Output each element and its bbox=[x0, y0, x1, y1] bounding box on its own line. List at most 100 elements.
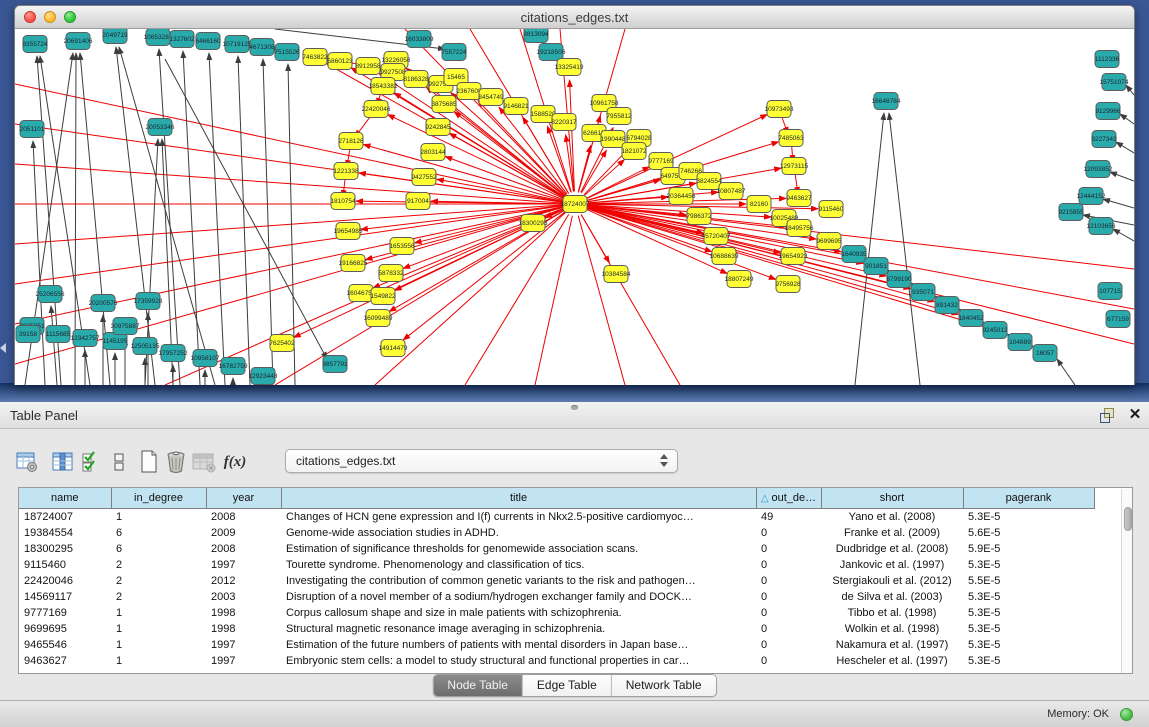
graph-node[interactable]: 16099489 bbox=[364, 310, 393, 327]
graph-node[interactable]: 104889 bbox=[1008, 334, 1032, 351]
table-cell[interactable]: 9463627 bbox=[19, 653, 111, 669]
graph-node[interactable]: 45720407 bbox=[702, 228, 731, 245]
citation-network-graph[interactable]: 1872400718300295935572420691406204971910… bbox=[15, 29, 1134, 385]
graph-node[interactable]: 9146821 bbox=[503, 98, 529, 115]
table-cell[interactable]: Genome-wide association studies in ADHD. bbox=[281, 525, 756, 541]
table-cell[interactable]: 0 bbox=[756, 589, 821, 605]
graph-node[interactable]: 1640935 bbox=[841, 246, 867, 263]
graph-node[interactable]: 14914479 bbox=[379, 340, 408, 357]
graph-node[interactable]: 12973115 bbox=[780, 158, 809, 175]
graph-node[interactable]: 7625402 bbox=[269, 335, 295, 352]
graph-node[interactable]: 2803144 bbox=[420, 144, 446, 161]
graph-node[interactable]: 9115460 bbox=[819, 201, 844, 218]
delete-column-button[interactable] bbox=[163, 449, 189, 475]
graph-node[interactable]: 9857791 bbox=[322, 356, 348, 373]
table-cell[interactable]: 49 bbox=[756, 509, 821, 526]
graph-node[interactable]: 17957252 bbox=[159, 345, 188, 362]
table-cell[interactable]: Hescheler et al. (1997) bbox=[821, 653, 963, 669]
graph-node[interactable]: 16782759 bbox=[219, 358, 248, 375]
graph-node[interactable]: 9242845 bbox=[425, 119, 451, 136]
table-cell[interactable]: Stergiakouli et al. (2012) bbox=[821, 573, 963, 589]
table-cell[interactable]: de Silva et al. (2003) bbox=[821, 589, 963, 605]
graph-node[interactable]: 677159 bbox=[1106, 311, 1130, 328]
table-row[interactable]: 1830029562008Estimation of significance … bbox=[19, 541, 1094, 557]
graph-node[interactable]: 9129966 bbox=[1095, 103, 1121, 120]
graph-node[interactable]: 7463822 bbox=[302, 49, 328, 66]
graph-node[interactable]: 12444152 bbox=[1077, 188, 1106, 205]
table-cell[interactable]: 1997 bbox=[206, 557, 281, 573]
table-cell[interactable]: 2008 bbox=[206, 541, 281, 557]
column-header-pagerank[interactable]: pagerank bbox=[963, 488, 1094, 509]
table-cell[interactable]: 5.3E-5 bbox=[963, 637, 1094, 653]
graph-node[interactable]: 1653556 bbox=[389, 238, 415, 255]
float-panel-button[interactable] bbox=[1100, 408, 1116, 423]
table-selector[interactable]: citations_edges.txt bbox=[285, 449, 678, 473]
graph-node[interactable]: 18807249 bbox=[725, 271, 754, 288]
graph-node[interactable]: 3875685 bbox=[431, 96, 457, 113]
table-cell[interactable]: 0 bbox=[756, 573, 821, 589]
graph-node[interactable]: 5878332 bbox=[378, 265, 404, 282]
row-selection-button[interactable] bbox=[78, 449, 104, 475]
graph-node[interactable]: 82160 bbox=[747, 196, 771, 213]
column-header-title[interactable]: title bbox=[281, 488, 756, 509]
graph-node[interactable]: 1810754 bbox=[330, 193, 356, 210]
network-view-canvas[interactable]: 1872400718300295935572420691406204971910… bbox=[15, 29, 1134, 385]
show-columns-button[interactable] bbox=[50, 449, 76, 475]
table-cell[interactable]: Yano et al. (2008) bbox=[821, 509, 963, 526]
graph-node[interactable]: 12342757 bbox=[71, 330, 100, 347]
pane-collapse-arrow[interactable] bbox=[0, 343, 6, 353]
graph-node[interactable]: 8813094 bbox=[523, 29, 549, 43]
table-row[interactable]: 1456911722003Disruption of a novel membe… bbox=[19, 589, 1094, 605]
graph-node[interactable]: 9355724 bbox=[22, 36, 48, 53]
graph-node[interactable]: 20691406 bbox=[64, 33, 93, 50]
table-cell[interactable]: 2 bbox=[111, 557, 206, 573]
table-cell[interactable]: Tibbo et al. (1998) bbox=[821, 605, 963, 621]
table-row[interactable]: 977716911998Corpus callosum shape and si… bbox=[19, 605, 1094, 621]
table-header-row[interactable]: namein_degreeyeartitle△out_de…shortpager… bbox=[19, 488, 1094, 509]
table-cell[interactable]: 9699695 bbox=[19, 621, 111, 637]
table-cell[interactable]: 1998 bbox=[206, 605, 281, 621]
table-cell[interactable]: 1 bbox=[111, 509, 206, 526]
graph-node[interactable]: 7485063 bbox=[778, 130, 804, 147]
table-cell[interactable]: 5.6E-5 bbox=[963, 525, 1094, 541]
table-cell[interactable]: 1 bbox=[111, 653, 206, 669]
graph-node[interactable]: 917004 bbox=[406, 193, 430, 210]
table-cell[interactable]: Tourette syndrome. Phenomenology and cla… bbox=[281, 557, 756, 573]
graph-node[interactable]: 18300295 bbox=[519, 215, 548, 232]
graph-node[interactable]: 13325419 bbox=[555, 59, 584, 76]
column-header-short[interactable]: short bbox=[821, 488, 963, 509]
table-cell[interactable]: 0 bbox=[756, 653, 821, 669]
graph-node[interactable]: 19166825 bbox=[339, 255, 368, 272]
graph-node[interactable]: 10719125 bbox=[223, 36, 252, 53]
graph-node[interactable]: 8220317 bbox=[551, 114, 577, 131]
graph-node[interactable]: 30975887 bbox=[111, 318, 140, 335]
table-cell[interactable]: 5.5E-5 bbox=[963, 573, 1094, 589]
graph-node[interactable]: 19654985 bbox=[334, 223, 363, 240]
create-column-button[interactable] bbox=[136, 449, 162, 475]
table-row[interactable]: 911546021997Tourette syndrome. Phenomeno… bbox=[19, 557, 1094, 573]
graph-node[interactable]: 5860123 bbox=[327, 53, 353, 70]
graph-node[interactable]: 20053346 bbox=[146, 119, 175, 136]
graph-node[interactable]: 1221338 bbox=[333, 163, 359, 180]
graph-node[interactable]: 9427552 bbox=[411, 169, 437, 186]
graph-node[interactable]: 935071 bbox=[911, 284, 935, 301]
graph-node[interactable]: 10807487 bbox=[717, 183, 746, 200]
scrollbar-thumb[interactable] bbox=[1124, 507, 1132, 531]
function-builder-button[interactable]: f(x) bbox=[222, 449, 248, 475]
table-cell[interactable]: Nakamura et al. (1997) bbox=[821, 637, 963, 653]
graph-node[interactable]: 9756928 bbox=[775, 276, 801, 293]
table-cell[interactable]: Franke et al. (2009) bbox=[821, 525, 963, 541]
graph-node[interactable]: 4671308 bbox=[249, 39, 275, 56]
table-cell[interactable]: 1998 bbox=[206, 621, 281, 637]
graph-node[interactable]: 18495756 bbox=[785, 220, 814, 237]
table-cell[interactable]: Estimation of the future numbers of pati… bbox=[281, 637, 756, 653]
table-cell[interactable]: 2012 bbox=[206, 573, 281, 589]
table-row[interactable]: 1938455462009Genome-wide association stu… bbox=[19, 525, 1094, 541]
graph-node[interactable]: 2049719 bbox=[102, 29, 128, 44]
table-cell[interactable]: Wolkin et al. (1998) bbox=[821, 621, 963, 637]
graph-node[interactable]: 9227343 bbox=[1091, 131, 1117, 148]
table-cell[interactable]: Embryonic stem cells: a model to study s… bbox=[281, 653, 756, 669]
table-cell[interactable]: 5.3E-5 bbox=[963, 557, 1094, 573]
graph-node[interactable]: 1112336 bbox=[1095, 51, 1120, 68]
graph-node[interactable]: 22420046 bbox=[362, 101, 391, 118]
